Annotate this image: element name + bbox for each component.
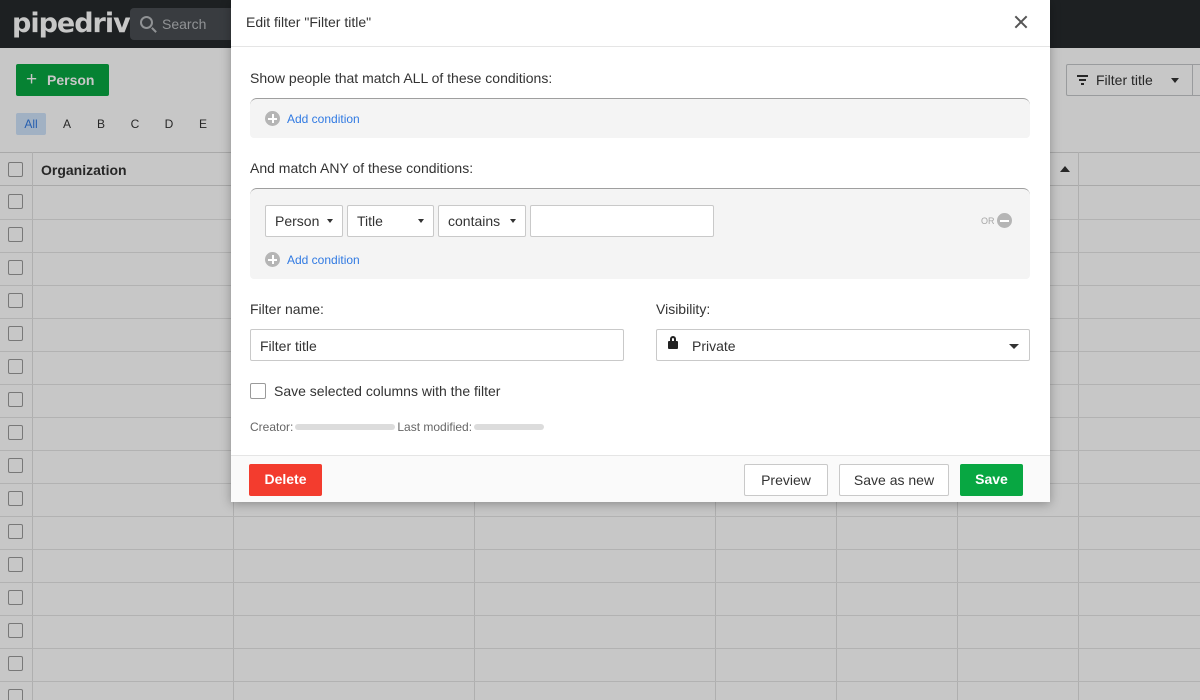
modal-header: Edit filter "Filter title" — [231, 0, 1050, 47]
condition-operator-select[interactable]: contains — [438, 205, 526, 237]
add-condition-label: Add condition — [287, 252, 360, 267]
add-condition-label: Add condition — [287, 111, 360, 126]
chevron-down-icon — [510, 219, 516, 223]
remove-condition-button[interactable]: OR — [981, 213, 1012, 228]
chevron-down-icon — [1009, 344, 1019, 349]
save-as-new-button[interactable]: Save as new — [839, 464, 949, 496]
preview-button[interactable]: Preview — [744, 464, 828, 496]
all-conditions-label: Show people that match ALL of these cond… — [250, 70, 553, 86]
any-conditions-box: Person Title contains OR Add condition — [250, 188, 1030, 279]
redacted-creator — [295, 424, 396, 430]
save-button[interactable]: Save — [960, 464, 1023, 496]
save-columns-checkbox[interactable] — [250, 383, 266, 399]
save-columns-label[interactable]: Save selected columns with the filter — [274, 383, 500, 399]
filter-meta-info: Creator: Last modified: — [250, 420, 546, 434]
condition-field-value: Title — [357, 213, 383, 229]
remove-circle-icon — [996, 213, 1012, 228]
add-circle-icon — [265, 111, 280, 126]
filter-name-label: Filter name: — [250, 301, 324, 317]
add-circle-icon — [265, 252, 280, 267]
lock-icon — [668, 336, 678, 349]
all-conditions-box: Add condition — [250, 98, 1030, 138]
modal-footer: Delete Preview Save as new Save — [231, 455, 1050, 502]
or-label: OR — [981, 215, 995, 226]
edit-filter-modal: Edit filter "Filter title" Show people t… — [231, 0, 1050, 502]
visibility-label: Visibility: — [656, 301, 711, 317]
filter-name-input[interactable]: Filter title — [250, 329, 624, 361]
add-condition-any-button[interactable]: Add condition — [265, 252, 360, 267]
add-condition-all-button[interactable]: Add condition — [265, 111, 360, 126]
close-icon[interactable] — [1013, 14, 1029, 30]
condition-value-input[interactable] — [530, 205, 714, 237]
last-modified-label: Last modified: — [397, 420, 473, 434]
condition-object-select[interactable]: Person — [265, 205, 343, 237]
chevron-down-icon — [418, 219, 424, 223]
condition-operator-value: contains — [448, 213, 501, 229]
visibility-select[interactable]: Private — [656, 329, 1030, 361]
visibility-value: Private — [692, 338, 736, 354]
chevron-down-icon — [327, 219, 333, 223]
any-conditions-label: And match ANY of these conditions: — [250, 160, 474, 176]
creator-label: Creator: — [250, 420, 294, 434]
condition-object-value: Person — [275, 213, 320, 229]
delete-button[interactable]: Delete — [249, 464, 322, 496]
redacted-date — [474, 424, 545, 430]
modal-title: Edit filter "Filter title" — [246, 14, 372, 30]
condition-field-select[interactable]: Title — [347, 205, 434, 237]
